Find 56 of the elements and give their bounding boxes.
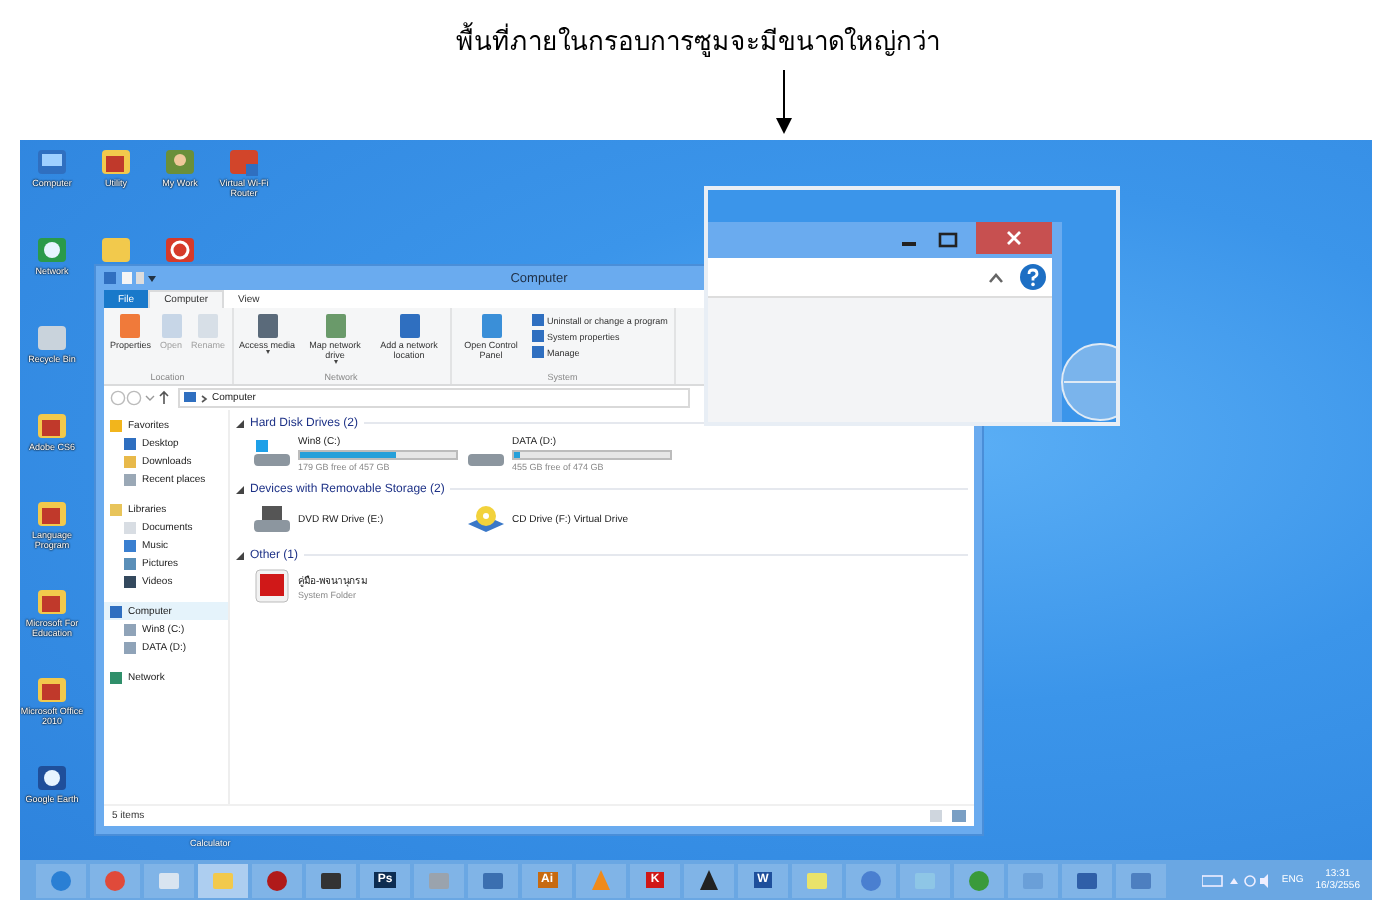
- command-icon: [395, 312, 424, 340]
- app-icon: [482, 869, 504, 891]
- command-icon: [253, 312, 282, 340]
- taskbar-app-icon[interactable]: [306, 863, 356, 897]
- disc-icon[interactable]: [466, 502, 506, 538]
- drive-icon[interactable]: [252, 502, 292, 538]
- app-icon: [590, 869, 612, 891]
- quick-access-toolbar-icon[interactable]: [104, 270, 156, 286]
- help-icon[interactable]: [1020, 264, 1046, 290]
- pointer-arrow: [774, 70, 794, 134]
- app-icon: [212, 869, 234, 891]
- command-icon: [116, 312, 145, 340]
- app-icon: [104, 869, 126, 891]
- command-icon: [321, 312, 350, 340]
- app-icon: [320, 869, 342, 891]
- nav-icon: [110, 671, 122, 683]
- globe-icon[interactable]: [36, 234, 68, 266]
- command-icon: [194, 312, 223, 340]
- app-icon: [428, 869, 450, 891]
- caption-text: พื้นที่ภายในกรอบการซูมจะมีขนาดใหญ่กว่า: [456, 20, 940, 62]
- close-icon: [1006, 230, 1022, 246]
- app-icon: [50, 869, 72, 891]
- earth-icon[interactable]: [36, 762, 68, 794]
- computer-chevron-icon: [184, 391, 208, 405]
- view-toggle-icon[interactable]: [930, 810, 966, 822]
- app-icon: [158, 869, 180, 891]
- computer-icon[interactable]: [36, 146, 68, 178]
- folder-icon[interactable]: [36, 410, 68, 442]
- app-icon: [1076, 869, 1098, 891]
- people-icon[interactable]: [164, 146, 196, 178]
- app-icon: [860, 869, 882, 891]
- app-icon: [698, 869, 720, 891]
- command-icon: [477, 312, 506, 340]
- app-icon: [968, 869, 990, 891]
- taskbar-app-icon[interactable]: [684, 863, 734, 897]
- folder-icon[interactable]: [36, 498, 68, 530]
- collapse-triangle-icon[interactable]: [236, 551, 244, 559]
- app-icon: [1130, 869, 1152, 891]
- caret-icon: [265, 350, 270, 355]
- close-button[interactable]: [976, 222, 1052, 254]
- power-icon[interactable]: [164, 234, 196, 266]
- navigation-arrows-icon[interactable]: [110, 390, 170, 406]
- command-icon: [157, 312, 186, 340]
- collapse-triangle-icon[interactable]: [236, 419, 244, 427]
- tray-icons[interactable]: [1201, 873, 1270, 887]
- collapse-chevron-icon[interactable]: [988, 271, 1004, 283]
- folder-icon[interactable]: [36, 586, 68, 618]
- folder-icon[interactable]: [100, 146, 132, 178]
- app-icon: [806, 869, 828, 891]
- app-icon[interactable]: [252, 568, 292, 604]
- recycle-icon[interactable]: [36, 322, 68, 354]
- maximize-icon[interactable]: [938, 230, 958, 250]
- taskbar-app-icon[interactable]: [252, 863, 302, 897]
- app-icon: [266, 869, 288, 891]
- collapse-triangle-icon[interactable]: [236, 485, 244, 493]
- folder-icon[interactable]: [36, 674, 68, 706]
